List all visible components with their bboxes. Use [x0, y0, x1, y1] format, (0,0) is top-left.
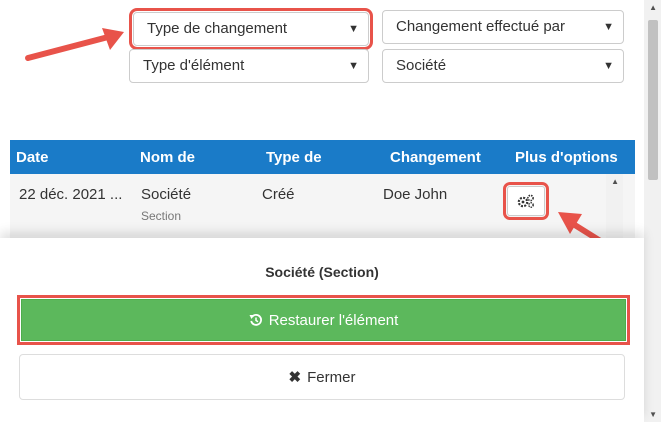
company-label: Société	[396, 57, 447, 74]
close-label: Fermer	[307, 368, 356, 386]
element-type-label: Type d'élément	[143, 57, 245, 74]
change-type-label: Type de changement	[147, 20, 288, 37]
page-scrollbar[interactable]: ▲ ▼	[644, 0, 661, 422]
close-button[interactable]: ✖ Fermer	[19, 354, 625, 400]
scroll-up-icon[interactable]: ▲	[611, 177, 619, 186]
restore-label: Restaurer l'élément	[268, 311, 399, 329]
scroll-thumb[interactable]	[648, 20, 658, 180]
chevron-down-icon: ▼	[348, 23, 359, 35]
scroll-up-icon[interactable]: ▲	[649, 3, 657, 12]
close-icon: ✖	[288, 369, 302, 386]
arrow-icon	[25, 28, 124, 61]
restore-icon	[249, 314, 262, 326]
col-more-options: Plus d'options	[515, 149, 618, 166]
chevron-down-icon: ▼	[603, 21, 614, 33]
company-select[interactable]: Société ▼	[382, 49, 624, 83]
change-type-select[interactable]: Type de changement ▼	[129, 8, 373, 50]
element-type-select[interactable]: Type d'élément ▼	[129, 49, 369, 83]
row-changed-by: Doe John	[383, 186, 448, 203]
col-date[interactable]: Date	[16, 149, 49, 166]
changed-by-select[interactable]: Changement effectué par ▼	[382, 10, 624, 44]
panel-title: Société (Section)	[265, 264, 379, 280]
changed-by-label: Changement effectué par	[396, 18, 566, 35]
gears-icon	[517, 194, 534, 208]
scroll-down-icon[interactable]: ▼	[649, 410, 657, 419]
action-panel: Société (Section) Restaurer l'élément ✖ …	[0, 238, 644, 422]
col-change[interactable]: Changement	[390, 149, 481, 166]
col-name[interactable]: Nom de	[140, 149, 195, 166]
row-name: Société	[141, 186, 192, 203]
row-date: 22 déc. 2021 ...	[19, 186, 123, 203]
col-type[interactable]: Type de	[266, 149, 322, 166]
more-options-button[interactable]	[503, 182, 549, 220]
chevron-down-icon: ▼	[348, 60, 359, 72]
row-name-sub: Section	[141, 209, 182, 223]
restore-element-button[interactable]: Restaurer l'élément	[17, 295, 630, 345]
table-header: Date Nom de Type de Changement Plus d'op…	[10, 140, 635, 174]
row-type: Créé	[262, 186, 295, 203]
chevron-down-icon: ▼	[603, 60, 614, 72]
